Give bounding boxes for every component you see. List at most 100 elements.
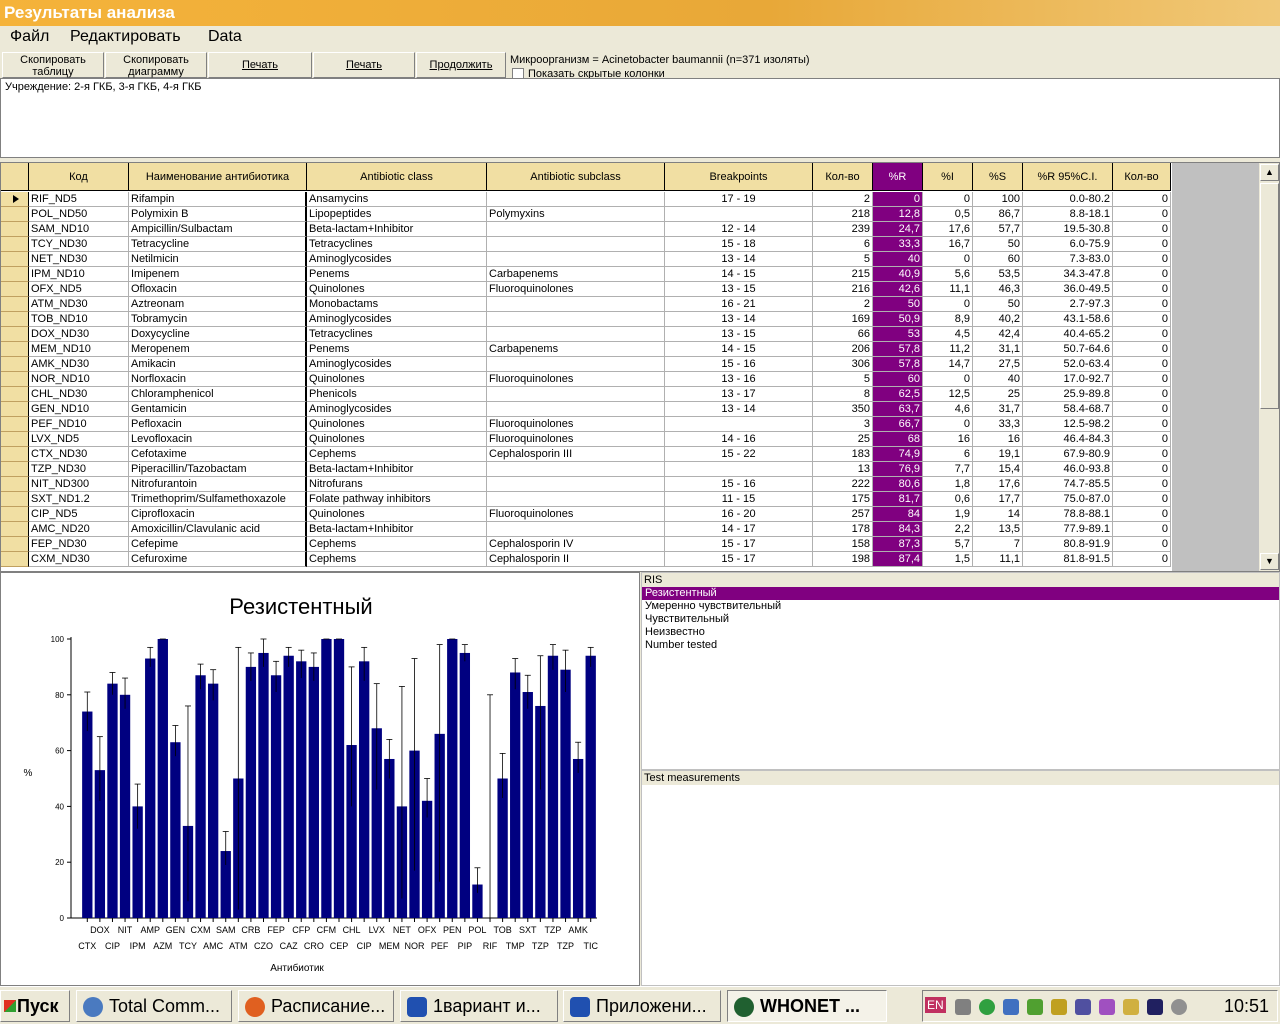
table-cell[interactable]: DOX_ND30 bbox=[29, 327, 129, 342]
menu-edit[interactable]: Редактировать bbox=[70, 28, 181, 46]
table-cell[interactable]: Imipenem bbox=[129, 267, 307, 282]
table-cell[interactable]: 215 bbox=[813, 267, 873, 282]
table-cell[interactable]: 12.5-98.2 bbox=[1023, 417, 1113, 432]
row-indicator[interactable] bbox=[1, 402, 29, 417]
table-cell[interactable]: Quinolones bbox=[307, 507, 487, 522]
tray-network-icon[interactable] bbox=[1003, 999, 1019, 1015]
table-cell[interactable]: Ansamycins bbox=[307, 192, 487, 207]
table-cell[interactable]: Aztreonam bbox=[129, 297, 307, 312]
table-cell[interactable]: 0 bbox=[923, 297, 973, 312]
table-cell[interactable]: 13 - 17 bbox=[665, 387, 813, 402]
table-cell[interactable]: Polymixin B bbox=[129, 207, 307, 222]
menu-file[interactable]: Файл bbox=[10, 28, 49, 46]
table-cell[interactable]: FEP_ND30 bbox=[29, 537, 129, 552]
tray-monitor-icon[interactable] bbox=[1075, 999, 1091, 1015]
table-cell[interactable]: 17,6 bbox=[973, 477, 1023, 492]
table-cell[interactable]: PEF_ND10 bbox=[29, 417, 129, 432]
table-cell[interactable]: 43.1-58.6 bbox=[1023, 312, 1113, 327]
task-firefox[interactable]: Расписание... bbox=[238, 990, 394, 1022]
tray-antivirus-icon[interactable] bbox=[1027, 999, 1043, 1015]
table-cell[interactable]: 19,1 bbox=[973, 447, 1023, 462]
table-cell[interactable]: 8.8-18.1 bbox=[1023, 207, 1113, 222]
table-cell[interactable]: 13 - 15 bbox=[665, 282, 813, 297]
table-cell[interactable]: 178 bbox=[813, 522, 873, 537]
table-cell[interactable]: Doxycycline bbox=[129, 327, 307, 342]
table-cell[interactable]: Fluoroquinolones bbox=[487, 372, 665, 387]
table-cell[interactable]: 31,1 bbox=[973, 342, 1023, 357]
table-cell[interactable]: 1,8 bbox=[923, 477, 973, 492]
table-cell[interactable]: 16 bbox=[973, 432, 1023, 447]
table-cell[interactable]: Ciprofloxacin bbox=[129, 507, 307, 522]
table-cell[interactable]: 0 bbox=[1113, 282, 1171, 297]
table-cell[interactable]: 62,5 bbox=[873, 387, 923, 402]
table-cell[interactable]: 15 - 16 bbox=[665, 477, 813, 492]
table-cell[interactable]: Norfloxacin bbox=[129, 372, 307, 387]
table-cell[interactable] bbox=[665, 417, 813, 432]
table-cell[interactable]: 239 bbox=[813, 222, 873, 237]
table-cell[interactable]: 0 bbox=[1113, 387, 1171, 402]
table-cell[interactable] bbox=[487, 402, 665, 417]
table-cell[interactable]: 13 - 14 bbox=[665, 402, 813, 417]
table-cell[interactable]: 0 bbox=[923, 372, 973, 387]
table-cell[interactable]: 6.0-75.9 bbox=[1023, 237, 1113, 252]
table-cell[interactable]: TCY_ND30 bbox=[29, 237, 129, 252]
table-cell[interactable] bbox=[487, 522, 665, 537]
table-cell[interactable]: 7,7 bbox=[923, 462, 973, 477]
table-cell[interactable]: POL_ND50 bbox=[29, 207, 129, 222]
table-cell[interactable]: Cephalosporin III bbox=[487, 447, 665, 462]
table-cell[interactable]: 13 - 16 bbox=[665, 372, 813, 387]
table-cell[interactable]: 14 - 15 bbox=[665, 342, 813, 357]
table-cell[interactable] bbox=[487, 237, 665, 252]
table-cell[interactable]: Monobactams bbox=[307, 297, 487, 312]
col-count-header[interactable]: Кол-во bbox=[813, 163, 873, 191]
table-cell[interactable]: 50 bbox=[973, 297, 1023, 312]
ris-item-unknown[interactable]: Неизвестно bbox=[642, 626, 1279, 639]
table-cell[interactable]: 27,5 bbox=[973, 357, 1023, 372]
col-antibiotic-name-header[interactable]: Наименование антибиотика bbox=[129, 163, 307, 191]
table-cell[interactable]: 53,5 bbox=[973, 267, 1023, 282]
table-cell[interactable]: 306 bbox=[813, 357, 873, 372]
tray-app-icon[interactable] bbox=[955, 999, 971, 1015]
table-cell[interactable]: 15 - 18 bbox=[665, 237, 813, 252]
table-cell[interactable]: Fluoroquinolones bbox=[487, 432, 665, 447]
table-cell[interactable]: 40,2 bbox=[973, 312, 1023, 327]
table-cell[interactable]: NIT_ND300 bbox=[29, 477, 129, 492]
table-cell[interactable]: 183 bbox=[813, 447, 873, 462]
table-cell[interactable]: 1,5 bbox=[923, 552, 973, 567]
row-indicator[interactable] bbox=[1, 222, 29, 237]
table-cell[interactable]: 63,7 bbox=[873, 402, 923, 417]
table-cell[interactable]: 222 bbox=[813, 477, 873, 492]
table-cell[interactable]: Fluoroquinolones bbox=[487, 282, 665, 297]
table-cell[interactable]: Quinolones bbox=[307, 372, 487, 387]
table-cell[interactable]: Tobramycin bbox=[129, 312, 307, 327]
table-cell[interactable]: 6 bbox=[923, 447, 973, 462]
table-cell[interactable]: 11,2 bbox=[923, 342, 973, 357]
table-cell[interactable]: 0 bbox=[923, 417, 973, 432]
task-word-2[interactable]: Приложени... bbox=[563, 990, 721, 1022]
table-cell[interactable]: Lipopeptides bbox=[307, 207, 487, 222]
row-indicator[interactable] bbox=[1, 522, 29, 537]
table-cell[interactable]: Cephems bbox=[307, 447, 487, 462]
table-cell[interactable]: 100 bbox=[973, 192, 1023, 207]
table-cell[interactable]: 5 bbox=[813, 252, 873, 267]
table-cell[interactable]: 2 bbox=[813, 192, 873, 207]
table-cell[interactable]: 6 bbox=[813, 237, 873, 252]
row-indicator[interactable] bbox=[1, 327, 29, 342]
table-cell[interactable]: 350 bbox=[813, 402, 873, 417]
table-cell[interactable]: 52.0-63.4 bbox=[1023, 357, 1113, 372]
print-button-1[interactable]: Печать bbox=[208, 52, 312, 78]
table-cell[interactable]: 66,7 bbox=[873, 417, 923, 432]
table-cell[interactable]: MEM_ND10 bbox=[29, 342, 129, 357]
table-cell[interactable]: Netilmicin bbox=[129, 252, 307, 267]
table-cell[interactable]: 50 bbox=[973, 237, 1023, 252]
table-cell[interactable]: Rifampin bbox=[129, 192, 307, 207]
table-cell[interactable]: 4,5 bbox=[923, 327, 973, 342]
table-cell[interactable]: Folate pathway inhibitors bbox=[307, 492, 487, 507]
table-cell[interactable]: NET_ND30 bbox=[29, 252, 129, 267]
table-cell[interactable]: 60 bbox=[973, 252, 1023, 267]
table-cell[interactable]: 2 bbox=[813, 297, 873, 312]
table-cell[interactable]: 14 - 16 bbox=[665, 432, 813, 447]
table-cell[interactable]: 0 bbox=[1113, 357, 1171, 372]
table-cell[interactable]: 84,3 bbox=[873, 522, 923, 537]
tray-media-icon[interactable] bbox=[1147, 999, 1163, 1015]
